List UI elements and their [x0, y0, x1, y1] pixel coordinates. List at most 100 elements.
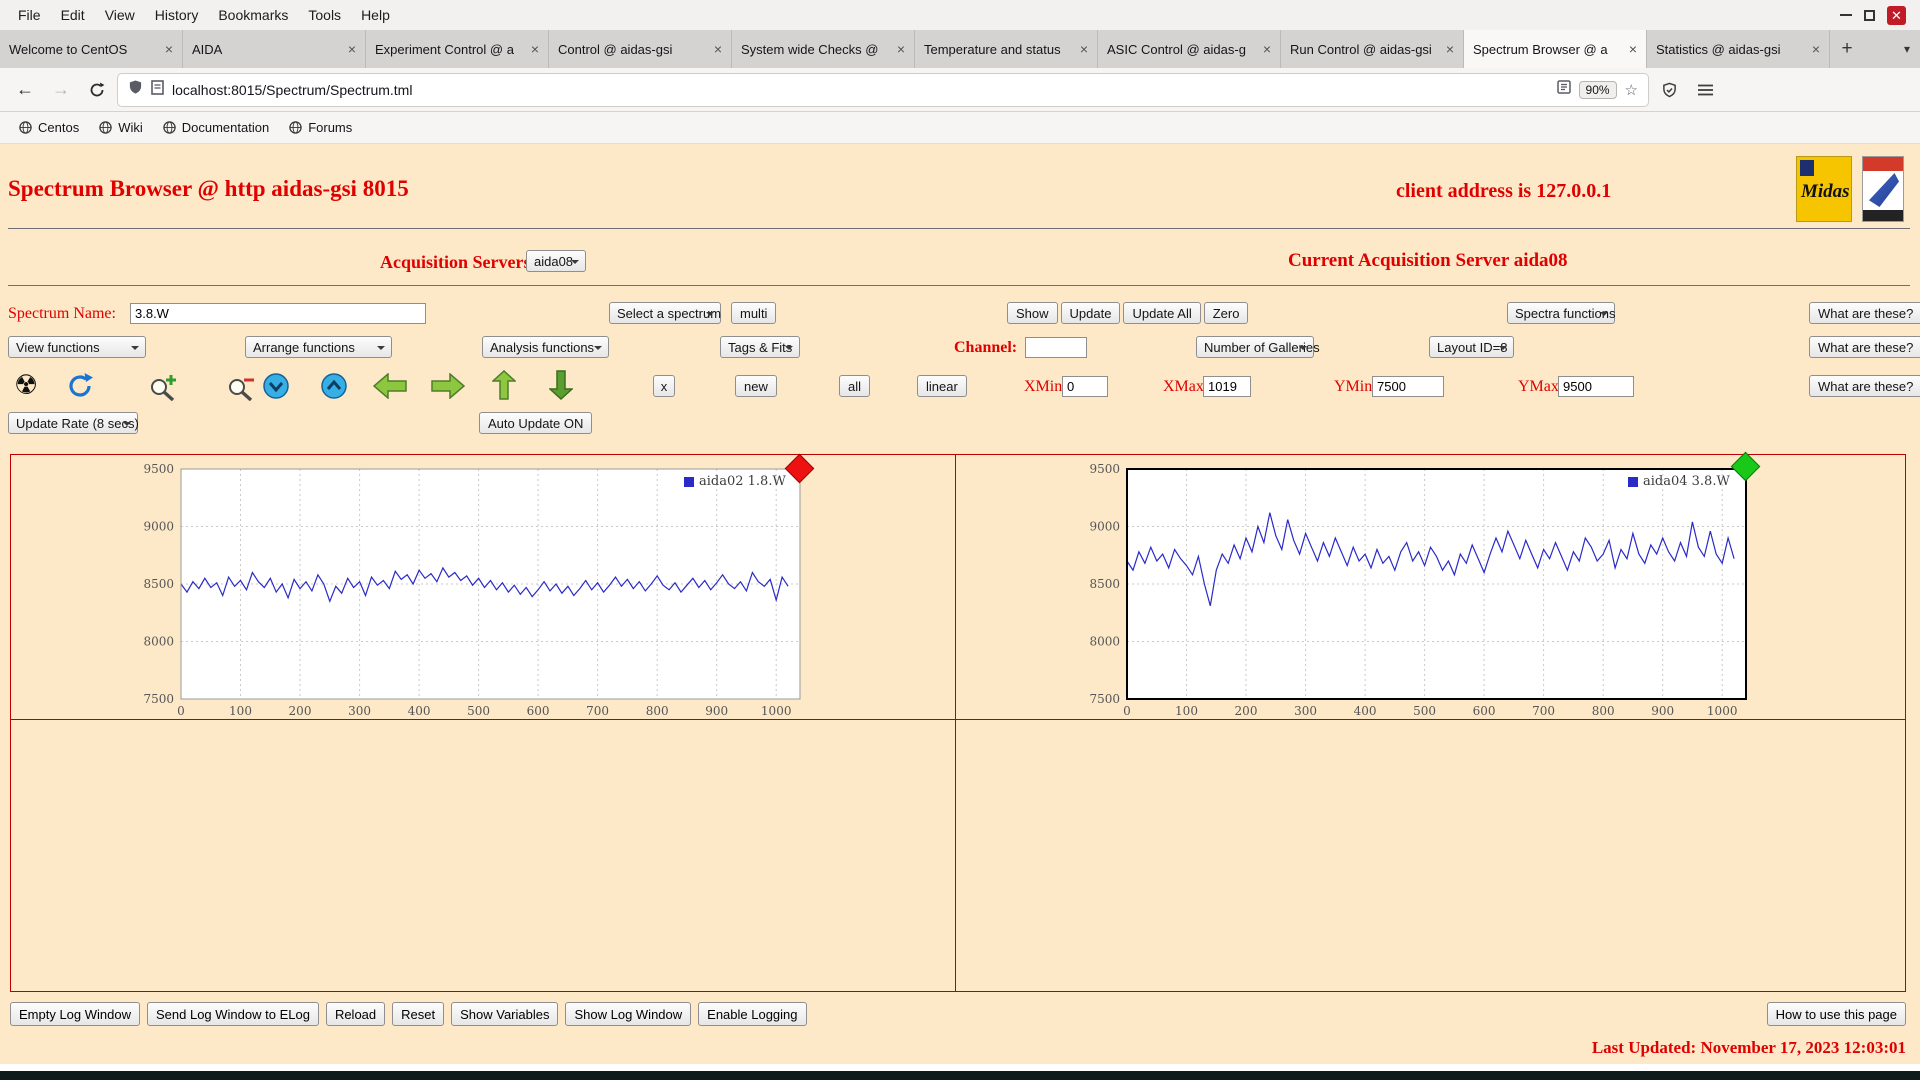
zoom-level-badge[interactable]: 90% [1578, 80, 1617, 99]
multi-button[interactable]: multi [731, 302, 777, 324]
tab-close-icon[interactable]: × [531, 41, 539, 57]
view-functions-dropdown[interactable]: View functions [8, 336, 146, 358]
tracking-shield-icon[interactable] [128, 79, 143, 100]
tab-experiment-control[interactable]: Experiment Control @ a × [366, 30, 549, 68]
menu-item-help[interactable]: Help [351, 4, 400, 26]
forward-icon[interactable]: → [46, 75, 76, 105]
tab-spectrum-browser[interactable]: Spectrum Browser @ a × [1464, 30, 1647, 68]
all-button[interactable]: all [839, 375, 871, 397]
show-button[interactable]: Show [1007, 302, 1058, 324]
arrow-right-icon[interactable] [431, 373, 465, 399]
spectrum-chart-aida02[interactable]: 0 100 200 300 400 500 600 700 800 900 1000 7500 8000… [120, 462, 820, 718]
spectrum-chart-aida04[interactable]: 0 100 200 300 400 500 600 700 800 900 1000 7500 8000… [1066, 462, 1766, 718]
spectrum-name-input[interactable] [130, 303, 426, 324]
show-variables-button[interactable]: Show Variables [451, 1002, 559, 1026]
menu-item-edit[interactable]: Edit [51, 4, 95, 26]
linear-button[interactable]: linear [917, 375, 967, 397]
close-icon[interactable]: ✕ [1887, 5, 1906, 25]
menu-item-file[interactable]: File [8, 4, 51, 26]
ymax-input[interactable] [1558, 376, 1634, 397]
auto-update-button[interactable]: Auto Update ON [479, 412, 593, 434]
enable-logging-button[interactable]: Enable Logging [698, 1002, 807, 1026]
xmin-input[interactable] [1062, 376, 1108, 397]
xmax-input[interactable] [1203, 376, 1251, 397]
tab-statistics[interactable]: Statistics @ aidas-gsi × [1647, 30, 1830, 68]
menu-item-bookmarks[interactable]: Bookmarks [208, 4, 298, 26]
send-log-to-elog-button[interactable]: Send Log Window to ELog [147, 1002, 319, 1026]
select-spectrum-dropdown[interactable]: Select a spectrum [609, 302, 721, 324]
maximize-icon[interactable] [1864, 9, 1875, 21]
layout-id-dropdown[interactable]: Layout ID=8 [1429, 336, 1514, 358]
hamburger-menu-icon[interactable] [1690, 75, 1720, 105]
shield-toolbar-icon[interactable] [1654, 75, 1684, 105]
update-all-button[interactable]: Update All [1123, 302, 1201, 324]
update-rate-dropdown[interactable]: Update Rate (8 secs) [8, 412, 139, 434]
analysis-functions-dropdown[interactable]: Analysis functions [482, 336, 609, 358]
page-info-icon[interactable] [151, 79, 164, 100]
scroll-up-circle-icon[interactable] [321, 373, 347, 399]
new-tab-button[interactable]: + [1830, 30, 1864, 68]
reload-icon[interactable] [82, 75, 112, 105]
tab-close-icon[interactable]: × [1629, 41, 1637, 57]
number-of-galleries-dropdown[interactable]: Number of Galleries [1196, 336, 1320, 358]
url-bar[interactable]: localhost:8015/Spectrum/Spectrum.tml 90%… [118, 73, 1648, 106]
tab-close-icon[interactable]: × [1446, 41, 1454, 57]
back-icon[interactable]: ← [10, 75, 40, 105]
tab-close-icon[interactable]: × [165, 41, 173, 57]
what-are-these-button-1[interactable]: What are these? [1809, 302, 1920, 324]
bookmark-forums[interactable]: Forums [280, 117, 361, 138]
zero-button[interactable]: Zero [1203, 302, 1249, 324]
tab-close-icon[interactable]: × [1812, 41, 1820, 57]
gallery-cell-bottom-left[interactable] [11, 720, 955, 992]
bookmark-documentation[interactable]: Documentation [154, 117, 278, 138]
bookmark-wiki[interactable]: Wiki [90, 117, 152, 138]
arrow-left-icon[interactable] [373, 373, 407, 399]
show-log-window-button[interactable]: Show Log Window [565, 1002, 692, 1026]
tab-control[interactable]: Control @ aidas-gsi × [549, 30, 732, 68]
empty-log-window-button[interactable]: Empty Log Window [10, 1002, 140, 1026]
arrow-down-icon[interactable] [549, 370, 573, 400]
gallery-cell-bottom-right[interactable] [956, 720, 1905, 992]
menu-item-history[interactable]: History [145, 4, 209, 26]
channel-input[interactable] [1025, 337, 1087, 358]
new-button[interactable]: new [735, 375, 777, 397]
tab-asic-control[interactable]: ASIC Control @ aidas-g × [1098, 30, 1281, 68]
tab-aida[interactable]: AIDA × [183, 30, 366, 68]
tab-close-icon[interactable]: × [897, 41, 905, 57]
reader-mode-icon[interactable] [1556, 80, 1571, 99]
tab-temperature-status[interactable]: Temperature and status × [915, 30, 1098, 68]
midas-logo[interactable]: Midas [1796, 156, 1852, 222]
what-are-these-button-2[interactable]: What are these? [1809, 336, 1920, 358]
scroll-down-circle-icon[interactable] [263, 373, 289, 399]
arrange-functions-dropdown[interactable]: Arrange functions [245, 336, 392, 358]
zoom-out-icon[interactable] [226, 372, 256, 401]
update-button[interactable]: Update [1060, 302, 1121, 324]
zoom-in-icon[interactable] [148, 372, 178, 401]
minimize-icon[interactable] [1840, 14, 1852, 16]
reset-button[interactable]: Reset [392, 1002, 445, 1026]
tab-system-wide-checks[interactable]: System wide Checks @ × [732, 30, 915, 68]
list-all-tabs-icon[interactable]: ▾ [1894, 30, 1920, 68]
how-to-use-button[interactable]: How to use this page [1766, 1002, 1906, 1026]
tab-close-icon[interactable]: × [348, 41, 356, 57]
tab-close-icon[interactable]: × [1263, 41, 1271, 57]
bookmark-star-icon[interactable]: ☆ [1625, 81, 1638, 99]
arrow-up-icon[interactable] [492, 370, 516, 400]
spectra-functions-dropdown[interactable]: Spectra functions [1507, 302, 1615, 324]
ymin-input[interactable] [1372, 376, 1444, 397]
tab-close-icon[interactable]: × [714, 41, 722, 57]
tags-fits-dropdown[interactable]: Tags & Fits [720, 336, 800, 358]
x-axis-button[interactable]: x [653, 375, 675, 397]
radiation-icon[interactable]: ☢ [14, 372, 38, 399]
what-are-these-button-3[interactable]: What are these? [1809, 375, 1920, 397]
acquisition-server-select[interactable]: aida08 [526, 250, 586, 272]
refresh-icon[interactable] [66, 372, 94, 400]
menu-item-view[interactable]: View [95, 4, 145, 26]
tab-welcome-centos[interactable]: Welcome to CentOS × [0, 30, 183, 68]
tcl-tk-logo[interactable] [1862, 156, 1904, 222]
reload-button[interactable]: Reload [325, 1002, 386, 1026]
menu-item-tools[interactable]: Tools [298, 4, 351, 26]
bookmark-centos[interactable]: Centos [10, 117, 88, 138]
tab-close-icon[interactable]: × [1080, 41, 1088, 57]
tab-run-control[interactable]: Run Control @ aidas-gsi × [1281, 30, 1464, 68]
